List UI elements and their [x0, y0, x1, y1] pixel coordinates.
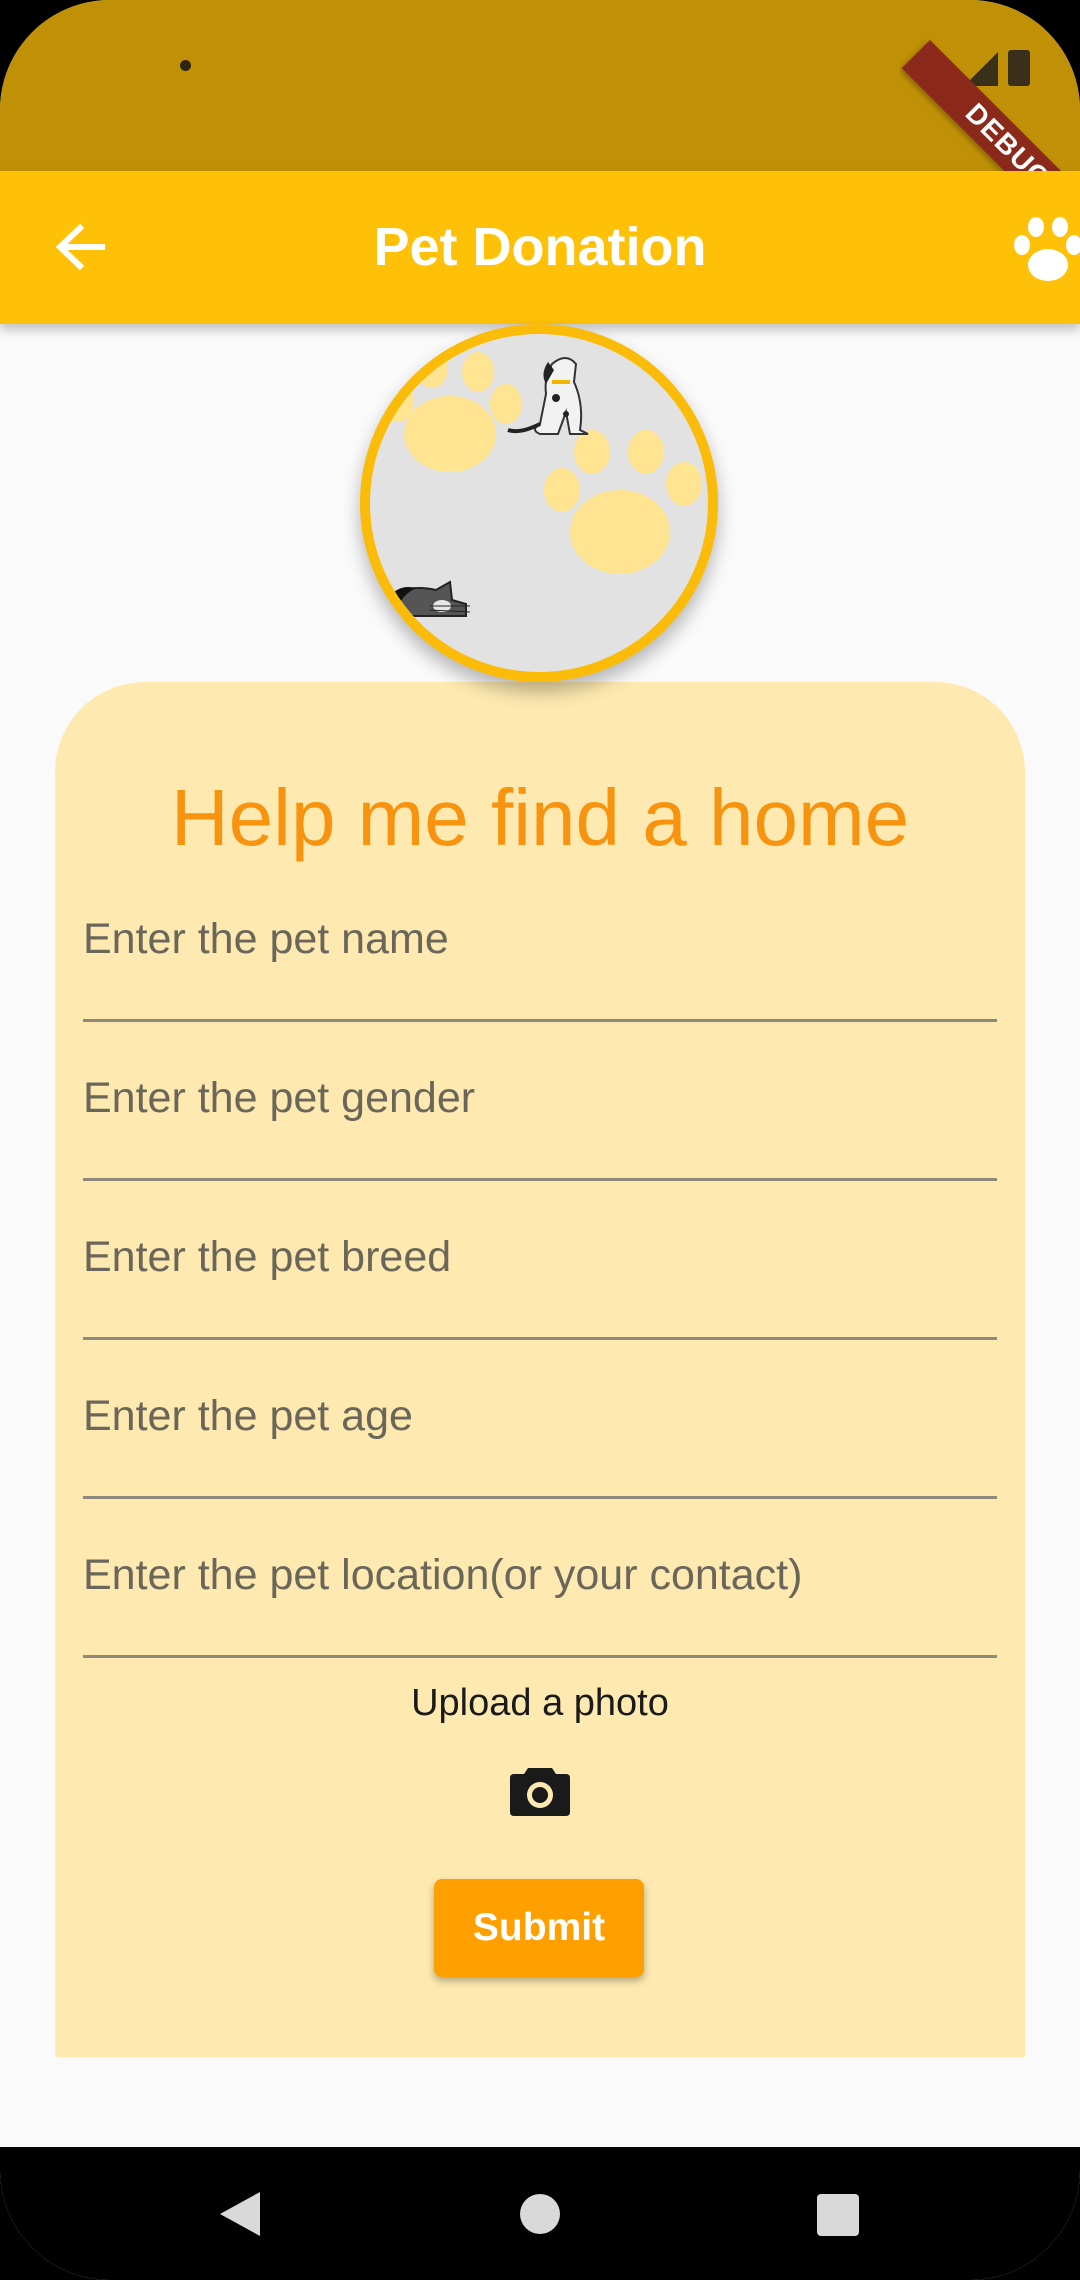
- home-circle-icon[interactable]: [520, 2194, 560, 2234]
- donation-form-card: Help me find a home Upload a photo Submi…: [55, 682, 1025, 2057]
- paw-print-icon: [544, 430, 702, 574]
- pet-name-field[interactable]: [83, 862, 997, 1022]
- pet-avatar: [360, 324, 718, 682]
- pet-location-field[interactable]: [83, 1498, 997, 1658]
- pet-age-field[interactable]: [83, 1339, 997, 1499]
- paw-icon[interactable]: [1010, 215, 1080, 285]
- recents-square-icon[interactable]: [817, 2194, 859, 2236]
- debug-label: DEBUG: [959, 97, 1057, 180]
- pet-age-input[interactable]: [83, 1381, 997, 1451]
- pet-gender-input[interactable]: [83, 1063, 997, 1133]
- pet-gender-field[interactable]: [83, 1021, 997, 1181]
- paw-print-icon: [382, 348, 522, 472]
- phone-screen: DEBUG Pet Donation Help me find a home E…: [0, 0, 1080, 2280]
- front-camera-dot: [180, 60, 191, 71]
- back-triangle-icon[interactable]: [218, 2190, 262, 2238]
- upload-photo-label: Upload a photo: [411, 1682, 669, 1724]
- app-title: Pet Donation: [373, 217, 707, 277]
- cat-icon: [386, 580, 471, 617]
- system-nav-bar: [0, 2147, 1080, 2280]
- pet-location-input[interactable]: [83, 1540, 997, 1610]
- form-heading: Help me find a home: [170, 773, 910, 862]
- debug-banner: DEBUG: [900, 0, 1080, 180]
- submit-button[interactable]: Submit: [434, 1879, 644, 1977]
- pet-breed-input[interactable]: [83, 1222, 997, 1292]
- camera-icon[interactable]: [510, 1762, 570, 1818]
- avatar-illustration: [382, 348, 702, 617]
- pet-breed-field[interactable]: [83, 1180, 997, 1340]
- app-bar: Pet Donation: [0, 171, 1080, 324]
- status-bar: DEBUG: [0, 0, 1080, 180]
- pet-name-input[interactable]: [83, 904, 997, 974]
